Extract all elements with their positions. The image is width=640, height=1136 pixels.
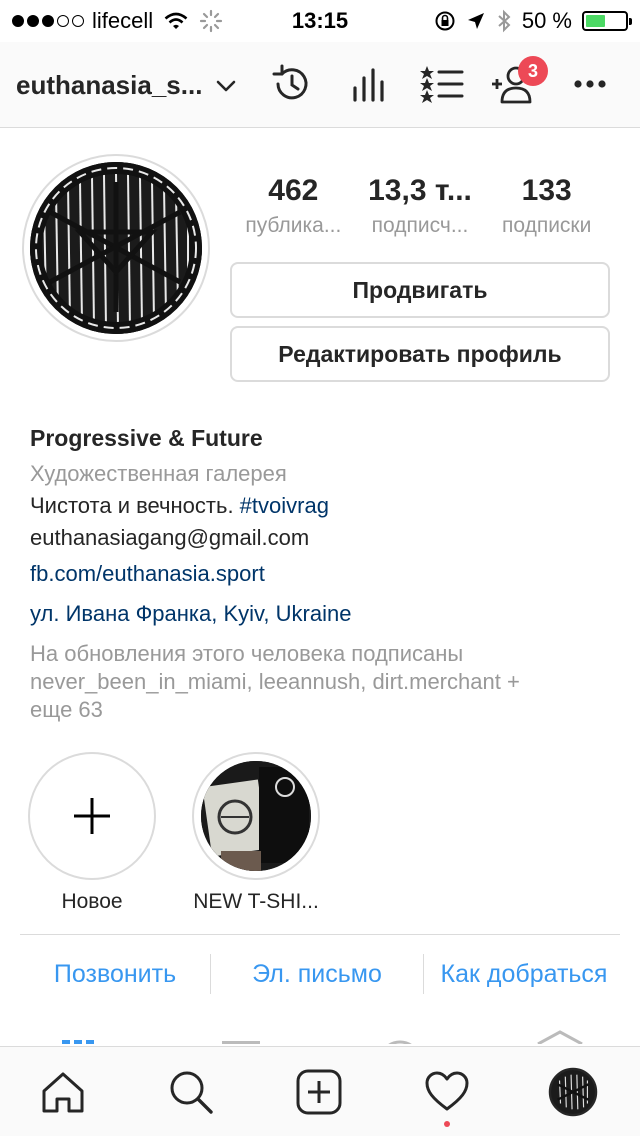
avatar-logo-image	[30, 162, 202, 334]
search-icon	[170, 1071, 213, 1114]
new-post-icon	[296, 1069, 342, 1115]
status-right: 50 %	[434, 8, 632, 34]
followers-label: подписч...	[371, 214, 469, 237]
bottom-navigation	[0, 1046, 640, 1136]
discover-people-button[interactable]: 3	[490, 56, 548, 106]
following-count: 133	[521, 174, 572, 207]
close-friends-list-icon[interactable]	[420, 62, 464, 106]
tab-tagged-icon	[388, 1040, 412, 1044]
tab-saved-icon	[537, 1030, 583, 1044]
website-link[interactable]: fb.com/euthanasia.sport	[30, 558, 610, 590]
followed-by-line: never_been_in_miami, leeannush, dirt.mer…	[30, 669, 520, 694]
tab-grid-icon	[62, 1040, 94, 1044]
new-highlight-button[interactable]: Новое	[28, 752, 156, 914]
followed-by-text[interactable]: На обновления этого человека подписаны n…	[30, 640, 610, 724]
promote-button[interactable]: Продвигать	[230, 262, 610, 318]
chevron-down-icon	[217, 80, 236, 91]
highlight-label: NEW T-SHI...	[193, 890, 319, 913]
profile-tabs	[0, 1030, 640, 1044]
following-label: подписки	[501, 214, 592, 237]
highlight-circle	[192, 752, 320, 880]
divider	[20, 934, 620, 935]
highlight-item[interactable]: NEW T-SHI...	[192, 752, 320, 914]
bio-description: Чистота и вечность.	[30, 493, 240, 518]
contact-buttons: Позвонить Эл. письмо Как добраться	[20, 936, 630, 1012]
followers-count: 13,3 т...	[368, 174, 472, 207]
profile-category: Художественная галерея	[30, 461, 287, 486]
bio-text: Чистота и вечность. #tvoivrag	[30, 490, 610, 522]
bio-email: euthanasiagang@gmail.com	[30, 525, 310, 550]
username-title: euthanasia_s...	[16, 70, 203, 100]
profile-full-name: Progressive & Future	[30, 425, 263, 451]
address-link[interactable]: ул. Ивана Франка, Kyiv, Ukraine	[30, 598, 610, 630]
status-bar: lifecell 13:15 50 %	[0, 0, 640, 40]
profile-avatar-icon	[548, 1067, 598, 1117]
activity-dot	[444, 1121, 450, 1127]
highlight-thumbnail-image	[201, 761, 311, 871]
location-arrow-icon	[467, 13, 484, 29]
posts-label: публика...	[245, 214, 342, 237]
more-options-icon[interactable]	[570, 62, 614, 106]
profile-bio: Progressive & Future Художественная гале…	[30, 422, 610, 724]
nav-profile[interactable]	[548, 1067, 598, 1117]
edit-profile-button[interactable]: Редактировать профиль	[230, 326, 610, 382]
email-button[interactable]: Эл. письмо	[211, 960, 423, 989]
nav-home[interactable]	[38, 1067, 88, 1117]
home-icon	[42, 1072, 84, 1113]
followed-by-line: На обновления этого человека подписаны	[30, 641, 464, 666]
bio-hashtag-link[interactable]: #tvoivrag	[240, 493, 329, 518]
nav-search[interactable]	[166, 1067, 216, 1117]
orientation-lock-icon	[435, 11, 455, 31]
plus-icon	[74, 798, 110, 834]
new-highlight-circle	[28, 752, 156, 880]
followed-by-line: еще 63	[30, 697, 103, 722]
followers-stat[interactable]: 13,3 т... подписч...	[357, 174, 484, 238]
directions-button[interactable]: Как добраться	[424, 960, 624, 989]
battery-percent: 50 %	[521, 8, 572, 33]
following-stat[interactable]: 133 подписки	[483, 174, 610, 238]
highlight-label: Новое	[61, 890, 123, 913]
nav-new-post[interactable]	[294, 1067, 344, 1117]
call-button[interactable]: Позвонить	[20, 960, 210, 989]
profile-stats: 462 публика... 13,3 т... подписч... 133 …	[230, 174, 610, 238]
bluetooth-icon	[498, 9, 511, 33]
tab-list-icon	[222, 1041, 260, 1044]
posts-stat[interactable]: 462 публика...	[230, 174, 357, 238]
profile-avatar[interactable]	[22, 154, 210, 342]
battery-icon	[582, 11, 632, 31]
notification-badge: 3	[518, 56, 548, 86]
profile-header: euthanasia_s... 3	[0, 42, 640, 128]
insights-chart-icon[interactable]	[347, 62, 391, 106]
nav-activity[interactable]	[422, 1067, 472, 1127]
archive-history-icon[interactable]	[270, 62, 314, 106]
posts-count: 462	[268, 174, 319, 207]
heart-icon	[425, 1071, 469, 1111]
account-switcher[interactable]: euthanasia_s...	[16, 70, 236, 101]
